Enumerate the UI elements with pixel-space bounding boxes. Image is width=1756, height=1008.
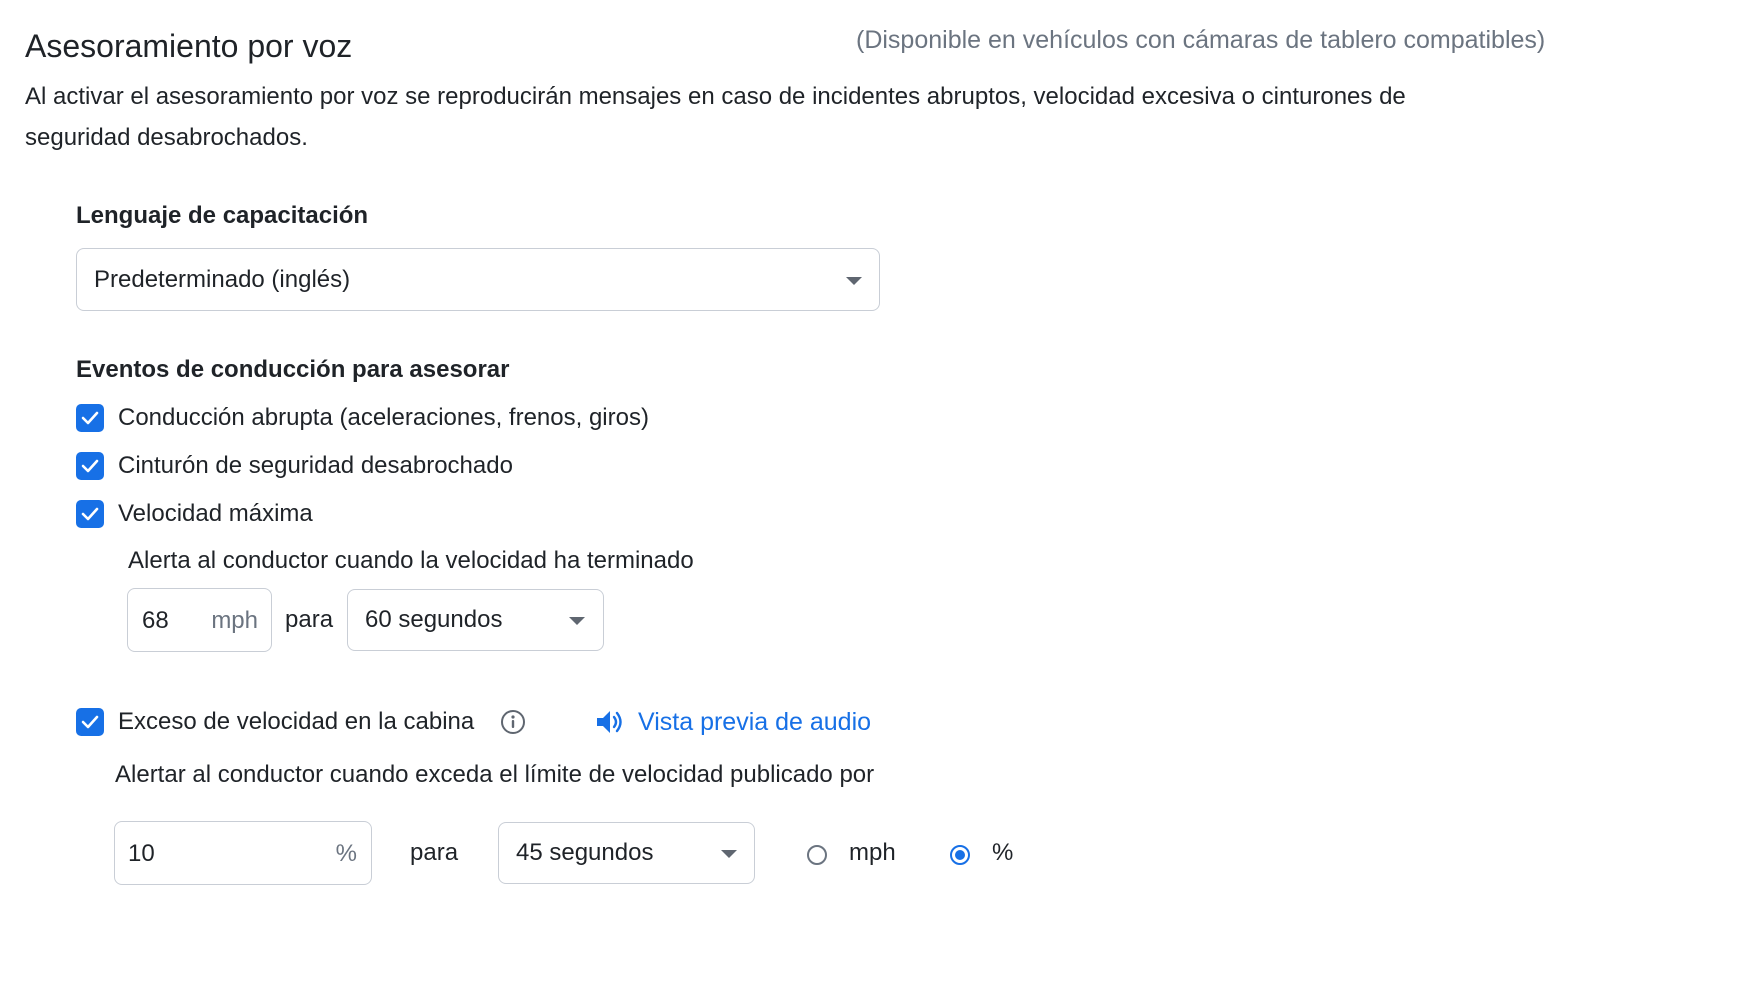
chevron-down-icon xyxy=(721,850,737,858)
events-heading: Eventos de conducción para asesorar xyxy=(76,356,510,383)
language-select-value: Predeterminado (inglés) xyxy=(94,265,351,293)
audio-preview-label: Vista previa de audio xyxy=(638,708,872,736)
audio-preview-link[interactable]: Vista previa de audio xyxy=(595,707,871,737)
max-speed-value: 68 xyxy=(142,607,169,634)
radio-unit-percent[interactable] xyxy=(950,845,970,865)
checkbox-label-harsh-driving: Conducción abrupta (aceleraciones, freno… xyxy=(118,404,649,431)
cabin-threshold-value: 10 xyxy=(128,840,155,867)
checkbox-label-seatbelt: Cinturón de seguridad desabrochado xyxy=(118,452,513,479)
info-icon[interactable] xyxy=(500,709,526,735)
chevron-down-icon xyxy=(846,277,862,285)
checkbox-cabin-speeding[interactable] xyxy=(76,708,104,736)
checkbox-max-speed[interactable] xyxy=(76,500,104,528)
language-heading: Lenguaje de capacitación xyxy=(76,202,369,229)
radio-selected-dot xyxy=(955,850,965,860)
cabin-threshold-unit: % xyxy=(335,840,357,867)
cabin-para-label: para xyxy=(410,839,459,866)
cabin-threshold-input[interactable]: 10 % xyxy=(114,821,372,885)
radio-unit-mph[interactable] xyxy=(807,845,827,865)
cabin-speeding-alert-text: Alertar al conductor cuando exceda el lí… xyxy=(115,761,875,788)
availability-note: (Disponible en vehículos con cámaras de … xyxy=(856,26,1546,54)
max-speed-input[interactable]: 68 mph xyxy=(127,588,272,652)
check-icon xyxy=(81,411,99,425)
speaker-icon xyxy=(597,711,622,733)
checkbox-label-cabin-speeding: Exceso de velocidad en la cabina xyxy=(118,708,475,735)
checkbox-seatbelt[interactable] xyxy=(76,452,104,480)
max-speed-para-label: para xyxy=(285,606,334,633)
chevron-down-icon xyxy=(569,617,585,625)
check-icon xyxy=(81,459,99,473)
max-speed-alert-text: Alerta al conductor cuando la velocidad … xyxy=(128,547,694,574)
section-description: Al activar el asesoramiento por voz se r… xyxy=(25,83,1406,151)
max-speed-duration-select[interactable]: 60 segundos xyxy=(347,589,604,651)
check-icon xyxy=(81,507,99,521)
section-title: Asesoramiento por voz xyxy=(25,28,353,64)
language-select[interactable]: Predeterminado (inglés) xyxy=(76,248,880,311)
cabin-duration-value: 45 segundos xyxy=(516,839,654,866)
radio-label-mph: mph xyxy=(849,839,896,866)
cabin-duration-select[interactable]: 45 segundos xyxy=(498,822,755,884)
check-icon xyxy=(81,715,99,729)
checkbox-harsh-driving[interactable] xyxy=(76,404,104,432)
max-speed-duration-value: 60 segundos xyxy=(365,606,503,633)
checkbox-label-max-speed: Velocidad máxima xyxy=(118,500,313,527)
max-speed-unit: mph xyxy=(211,607,258,634)
radio-label-percent: % xyxy=(992,839,1014,866)
